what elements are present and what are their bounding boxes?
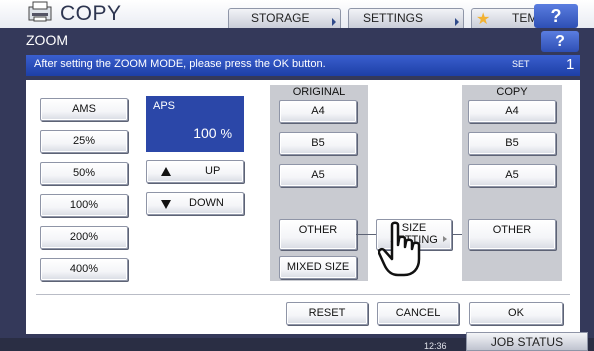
tab-storage[interactable]: STORAGE xyxy=(228,8,341,28)
zoom-400-button[interactable]: 400% xyxy=(40,258,128,281)
mixed-size-button[interactable]: MIXED SIZE xyxy=(279,256,357,279)
message-bar: After setting the ZOOM MODE, please pres… xyxy=(26,55,580,76)
zoom-100-button[interactable]: 100% xyxy=(40,194,128,217)
zoom-ratio-value: 100 % xyxy=(193,125,232,141)
set-label: SET xyxy=(512,59,530,69)
app-title: COPY xyxy=(60,2,122,25)
connector-line xyxy=(356,234,376,235)
original-other-button[interactable]: OTHER xyxy=(279,219,357,250)
zoom-up-button[interactable]: UP xyxy=(146,160,244,183)
dialog-title: ZOOM xyxy=(26,32,68,48)
zoom-dialog: ZOOM ? After setting the ZOOM MODE, plea… xyxy=(0,28,594,338)
ok-button[interactable]: OK xyxy=(469,302,563,325)
chevron-right-icon xyxy=(443,236,447,242)
zoom-down-label: DOWN xyxy=(189,197,224,209)
tab-storage-label: STORAGE xyxy=(251,11,310,25)
original-a4-button[interactable]: A4 xyxy=(279,100,357,123)
copy-a5-button[interactable]: A5 xyxy=(468,164,556,187)
hand-pointer-icon xyxy=(378,221,421,277)
zoom-down-button[interactable]: DOWN xyxy=(146,192,244,215)
tab-settings[interactable]: SETTINGS xyxy=(348,8,464,28)
copy-size-column: COPY A4 B5 A5 OTHER xyxy=(462,85,562,281)
chevron-right-icon xyxy=(332,18,336,26)
instruction-message: After setting the ZOOM MODE, please pres… xyxy=(34,58,326,70)
zoom-panel: AMS 25% 50% 100% 200% 400% APS 100 % UP … xyxy=(26,80,580,334)
aps-display: APS 100 % xyxy=(146,96,244,152)
divider xyxy=(36,294,570,295)
reset-button[interactable]: RESET xyxy=(286,302,368,325)
aps-label: APS xyxy=(153,100,176,112)
original-header: ORIGINAL xyxy=(292,86,346,98)
arrow-up-icon xyxy=(161,167,171,176)
chevron-right-icon xyxy=(455,18,459,26)
zoom-25-button[interactable]: 25% xyxy=(40,130,128,153)
cancel-button[interactable]: CANCEL xyxy=(377,302,459,325)
top-bar: COPY STORAGE SETTINGS ★ TEMPLATE ? xyxy=(0,0,594,28)
copy-b5-button[interactable]: B5 xyxy=(468,132,556,155)
zoom-200-button[interactable]: 200% xyxy=(40,226,128,249)
tab-settings-label: SETTINGS xyxy=(363,11,424,25)
help-button[interactable]: ? xyxy=(534,4,578,28)
zoom-ams-button[interactable]: AMS xyxy=(40,98,128,121)
set-count: 1 xyxy=(566,56,575,73)
dialog-help-button[interactable]: ? xyxy=(541,31,579,52)
copy-header: COPY xyxy=(496,86,528,98)
original-b5-button[interactable]: B5 xyxy=(279,132,357,155)
copy-a4-button[interactable]: A4 xyxy=(468,100,556,123)
original-size-column: ORIGINAL A4 B5 A5 OTHER MIXED SIZE xyxy=(270,85,368,281)
original-a5-button[interactable]: A5 xyxy=(279,164,357,187)
star-icon: ★ xyxy=(476,11,491,28)
arrow-down-icon xyxy=(161,200,171,209)
copy-other-button[interactable]: OTHER xyxy=(468,219,556,250)
job-status-button[interactable]: JOB STATUS xyxy=(466,332,588,351)
zoom-50-button[interactable]: 50% xyxy=(40,162,128,185)
copier-icon xyxy=(28,1,52,22)
zoom-up-label: UP xyxy=(205,165,221,177)
clock-time: 12:36 xyxy=(424,341,447,351)
